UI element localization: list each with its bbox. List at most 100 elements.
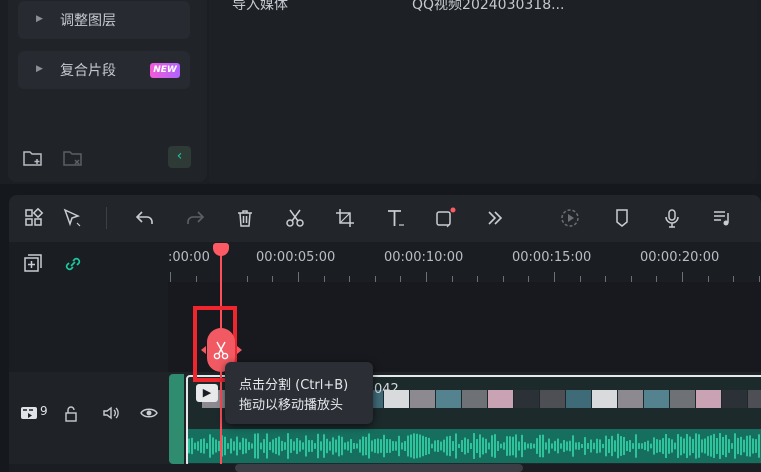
clip-play-icon[interactable]: ▶ bbox=[196, 384, 218, 402]
waveform-bar bbox=[392, 441, 394, 451]
waveform-bar bbox=[212, 437, 214, 455]
tooltip-line-drag: 拖动以移动播放头 bbox=[239, 398, 344, 413]
waveform-bar bbox=[713, 433, 715, 459]
waveform-bar bbox=[206, 443, 208, 449]
media-file-name[interactable]: QQ视频2024030318... bbox=[412, 0, 564, 14]
waveform-bar bbox=[365, 436, 367, 456]
eye-icon[interactable] bbox=[140, 406, 158, 420]
waveform-bar bbox=[407, 435, 409, 457]
waveform-bar bbox=[368, 433, 370, 459]
waveform-bar bbox=[590, 439, 592, 453]
waveform-bar bbox=[701, 439, 703, 453]
waveform-bar bbox=[287, 433, 289, 459]
waveform-bar bbox=[659, 439, 661, 453]
redo-icon[interactable] bbox=[182, 205, 208, 231]
chevron-left-icon: ‹ bbox=[176, 148, 183, 164]
time-ruler[interactable]: :00:00 00:00:05:00 00:00:10:00 00:00:15:… bbox=[168, 242, 761, 282]
waveform-bar bbox=[416, 433, 418, 459]
sidebar-item-adjustment-layer[interactable]: ▶ 调整图层 bbox=[18, 1, 190, 39]
select-pointer-icon[interactable] bbox=[59, 205, 85, 231]
waveform-bar bbox=[548, 438, 550, 454]
clip-trim-handle[interactable] bbox=[169, 374, 184, 464]
microphone-icon[interactable] bbox=[659, 205, 685, 231]
waveform-bar bbox=[644, 441, 646, 451]
waveform-bar bbox=[419, 434, 421, 458]
text-icon[interactable] bbox=[382, 205, 408, 231]
waveform-bar bbox=[587, 443, 589, 449]
undo-icon[interactable] bbox=[132, 205, 158, 231]
waveform-bar bbox=[290, 439, 292, 453]
waveform-bar bbox=[662, 438, 664, 454]
waveform-bar bbox=[347, 441, 349, 451]
waveform-bar bbox=[329, 441, 331, 451]
music-list-icon[interactable] bbox=[709, 205, 735, 231]
waveform-bar bbox=[617, 433, 619, 459]
ruler-tick bbox=[733, 276, 735, 282]
scissors-icon[interactable] bbox=[282, 205, 308, 231]
clip-thumbnail bbox=[722, 390, 747, 408]
waveform-bar bbox=[698, 434, 700, 458]
waveform-bar bbox=[599, 439, 601, 453]
waveform-bar bbox=[707, 436, 709, 456]
ruler-tick bbox=[630, 276, 632, 282]
remove-folder-icon[interactable] bbox=[62, 148, 84, 168]
scrollbar-thumb[interactable] bbox=[235, 464, 523, 472]
ruler-tick bbox=[605, 276, 607, 282]
waveform-bar bbox=[758, 434, 760, 458]
waveform-bar bbox=[332, 437, 334, 455]
waveform-bar bbox=[569, 440, 571, 452]
waveform-bar bbox=[464, 437, 466, 455]
waveform-bar bbox=[473, 433, 475, 459]
waveform-bar bbox=[446, 436, 448, 456]
ruler-label: 00:00:20:00 bbox=[640, 250, 720, 265]
waveform-bar bbox=[686, 434, 688, 458]
new-folder-icon[interactable] bbox=[22, 148, 44, 168]
crop-icon[interactable] bbox=[332, 205, 358, 231]
speed-icon[interactable] bbox=[557, 205, 583, 231]
shape-icon[interactable] bbox=[432, 205, 458, 231]
ruler-tick bbox=[170, 272, 171, 282]
waveform-bar bbox=[263, 439, 265, 453]
layout-grid-icon[interactable] bbox=[21, 205, 47, 231]
waveform-bar bbox=[749, 435, 751, 457]
waveform-bar bbox=[188, 438, 190, 454]
waveform-bar bbox=[500, 443, 502, 449]
waveform-bar bbox=[578, 442, 580, 450]
delete-icon[interactable] bbox=[232, 205, 258, 231]
sidebar-item-compound-clip[interactable]: ▶ 复合片段 NEW bbox=[18, 51, 190, 89]
collapse-sidebar-button[interactable]: ‹ bbox=[168, 146, 191, 168]
ruler-tick bbox=[656, 276, 658, 282]
waveform-bar bbox=[404, 441, 406, 451]
ruler-tick bbox=[272, 276, 274, 282]
speaker-icon[interactable] bbox=[102, 405, 120, 421]
waveform-bar bbox=[656, 439, 658, 453]
ruler-tick bbox=[477, 276, 479, 282]
clip-thumbnail bbox=[540, 390, 565, 408]
waveform-bar bbox=[425, 436, 427, 456]
waveform-bar bbox=[653, 437, 655, 455]
link-icon[interactable] bbox=[62, 253, 84, 275]
more-tools-icon[interactable] bbox=[482, 205, 508, 231]
media-import-label[interactable]: 导入媒体 bbox=[232, 0, 288, 14]
clip-thumbnail bbox=[618, 390, 643, 408]
waveform-bar bbox=[242, 437, 244, 455]
waveform-bar bbox=[650, 443, 652, 449]
waveform-bar bbox=[476, 438, 478, 454]
waveform-bar bbox=[320, 441, 322, 451]
clip-thumbnail bbox=[514, 390, 539, 408]
clip-thumbnail bbox=[644, 390, 669, 408]
waveform-bar bbox=[323, 434, 325, 458]
waveform-bar bbox=[203, 438, 205, 454]
waveform-bar bbox=[479, 434, 481, 458]
marker-icon[interactable] bbox=[609, 205, 635, 231]
add-track-icon[interactable] bbox=[22, 253, 44, 275]
waveform-bar bbox=[371, 440, 373, 452]
lock-icon[interactable] bbox=[63, 406, 79, 422]
waveform-bar bbox=[734, 433, 736, 459]
waveform-bar bbox=[506, 436, 508, 456]
triangle-right-icon bbox=[237, 346, 242, 354]
waveform-bar bbox=[209, 434, 211, 458]
waveform-bar bbox=[593, 442, 595, 450]
waveform-bar bbox=[614, 440, 616, 452]
waveform-bar bbox=[482, 437, 484, 455]
